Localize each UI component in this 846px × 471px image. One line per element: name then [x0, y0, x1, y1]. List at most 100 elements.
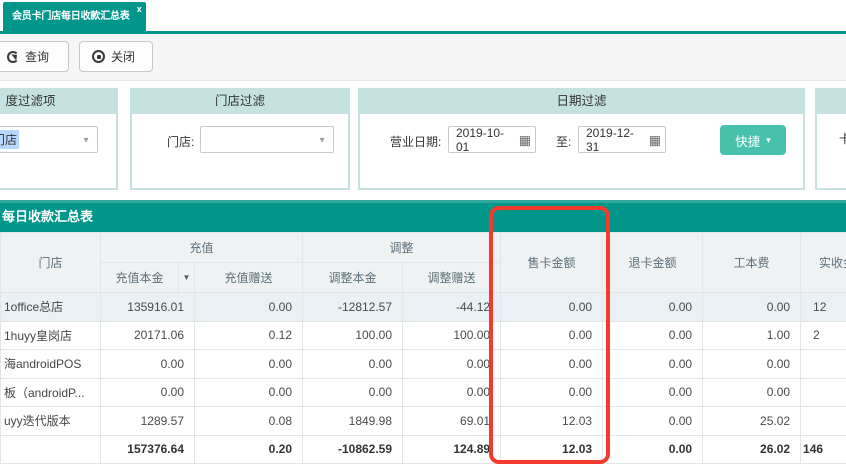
col-adjust-gift[interactable]: 调整赠送: [402, 262, 502, 293]
cell-clipped: [800, 377, 846, 407]
cell: 0.00: [602, 406, 704, 436]
total-cell: 0.00: [602, 434, 704, 464]
dimension-filter-panel: 度过滤项 门店 ▼: [0, 88, 118, 190]
cell: 135916.01: [100, 292, 195, 322]
right-filter-title: [817, 90, 846, 114]
date-filter-panel: 日期过滤 营业日期: 2019-10-01 ▦ 至: 2019-12-31 ▦ …: [358, 88, 805, 190]
col-card-sale[interactable]: 售卡金额: [500, 232, 604, 293]
store-filter-title: 门店过滤: [132, 90, 348, 114]
cell: 1849.98: [302, 406, 404, 436]
tab-close-icon[interactable]: x: [137, 4, 142, 14]
cell: 0.00: [500, 292, 604, 322]
table-row[interactable]: 海androidPOS 0.00 0.00 0.00 0.00 0.00 0.0…: [0, 349, 846, 379]
end-date-input[interactable]: 2019-12-31 ▦: [578, 125, 666, 154]
total-cell: 157376.64: [100, 434, 195, 464]
cell: 0.00: [193, 349, 304, 379]
store-name: uyy迭代版本: [0, 406, 101, 436]
total-cell: 0.20: [193, 434, 304, 464]
cell-clipped: 2: [800, 320, 846, 350]
cell: -12812.57: [302, 292, 404, 322]
total-cell: -10862.59: [302, 434, 404, 464]
total-cell-clipped: 146: [800, 434, 846, 464]
store-select[interactable]: ▼: [200, 126, 334, 153]
sort-caret-icon[interactable]: ▼: [178, 262, 195, 293]
cell: 1289.57: [100, 406, 195, 436]
cell: 0.08: [193, 406, 304, 436]
cell: 0.00: [602, 377, 704, 407]
cell: 0.00: [602, 320, 704, 350]
col-adjust-principal[interactable]: 调整本金: [302, 262, 404, 293]
cell: 20171.06: [100, 320, 195, 350]
cell: 0.00: [402, 377, 502, 407]
query-button-label: 查询: [25, 50, 50, 64]
store-name: 1office总店: [0, 292, 101, 322]
cell: 0.00: [702, 377, 802, 407]
dimension-selected-value: 门店: [0, 130, 20, 149]
cell: 0.00: [193, 292, 304, 322]
total-cell: 26.02: [702, 434, 802, 464]
cell: 100.00: [402, 320, 502, 350]
store-name: 海androidPOS: [0, 349, 101, 379]
refresh-icon: [7, 50, 19, 63]
cell: 25.02: [702, 406, 802, 436]
total-label: [0, 434, 101, 464]
calendar-icon[interactable]: ▦: [649, 133, 661, 146]
summary-table: 门店 充值 调整 售卡金额 退卡金额 工本费 实收金额 充值本金 ▼ 充值赠送 …: [0, 232, 846, 464]
cell-clipped: 12: [800, 292, 846, 322]
to-label: 至:: [556, 135, 572, 149]
cell: 0.00: [193, 377, 304, 407]
start-date-value: 2019-10-01: [456, 125, 505, 154]
cell: 0.00: [702, 349, 802, 379]
cell: 0.00: [302, 349, 404, 379]
col-recharge-principal[interactable]: 充值本金: [100, 262, 179, 293]
store-name: 1huyy皇岗店: [0, 320, 101, 350]
col-store[interactable]: 门店: [0, 232, 101, 293]
tab-title: 会员卡门店每日收款汇总表: [12, 11, 130, 22]
start-date-input[interactable]: 2019-10-01 ▦: [448, 125, 536, 154]
cell: 1.00: [702, 320, 802, 350]
dimension-filter-title: 度过滤项: [0, 90, 116, 114]
caret-down-icon: ▾: [766, 134, 771, 145]
total-row: 157376.64 0.20 -10862.59 124.89 12.03 0.…: [0, 434, 846, 464]
cell: 0.00: [500, 349, 604, 379]
cell: 0.12: [193, 320, 304, 350]
col-card-refund[interactable]: 退卡金额: [602, 232, 704, 293]
cell: 0.00: [602, 349, 704, 379]
store-name: 板（androidP...: [0, 377, 101, 407]
col-recharge-gift[interactable]: 充值赠送: [193, 262, 304, 293]
close-circle-icon: [92, 50, 105, 63]
table-row[interactable]: 板（androidP... 0.00 0.00 0.00 0.00 0.00 0…: [0, 377, 846, 407]
cell: 0.00: [500, 320, 604, 350]
chevron-down-icon: ▼: [318, 135, 326, 144]
cell: 0.00: [100, 349, 195, 379]
col-cost-fee[interactable]: 工本费: [702, 232, 802, 293]
cell: 0.00: [302, 377, 404, 407]
colgroup-recharge: 充值: [99, 232, 304, 263]
right-panel-partial-label: 卡: [839, 132, 846, 146]
end-date-value: 2019-12-31: [586, 125, 635, 154]
tab-report[interactable]: 会员卡门店每日收款汇总表 x: [3, 2, 146, 31]
report-section: 每日收款汇总表 门店 充值 调整 售卡金额 退卡金额 工本费 实收金额 充值本金: [0, 200, 846, 464]
report-section-title: 每日收款汇总表: [0, 200, 846, 232]
cell: 100.00: [302, 320, 404, 350]
table-row[interactable]: uyy迭代版本 1289.57 0.08 1849.98 69.01 12.03…: [0, 406, 846, 436]
total-cell: 124.89: [402, 434, 502, 464]
query-button[interactable]: 查询: [0, 41, 69, 72]
date-filter-title: 日期过滤: [360, 90, 803, 114]
quick-date-button[interactable]: 快捷 ▾: [720, 125, 786, 155]
close-button[interactable]: 关闭: [79, 41, 153, 72]
cell: 69.01: [402, 406, 502, 436]
quick-button-label: 快捷: [735, 134, 761, 149]
store-label: 门店:: [167, 135, 195, 149]
cell-clipped: [800, 349, 846, 379]
right-filter-panel: 卡: [815, 88, 846, 190]
table-row[interactable]: 1huyy皇岗店 20171.06 0.12 100.00 100.00 0.0…: [0, 320, 846, 350]
tab-bar: 会员卡门店每日收款汇总表 x: [0, 0, 846, 34]
col-actual-received[interactable]: 实收金额: [800, 232, 846, 293]
dimension-select[interactable]: 门店 ▼: [0, 126, 98, 153]
cell: 0.00: [402, 349, 502, 379]
table-row[interactable]: 1office总店 135916.01 0.00 -12812.57 -44.1…: [0, 292, 846, 322]
app-window: 会员卡门店每日收款汇总表 x 查询 关闭 度过滤项 门店 ▼ 门店过滤 门店: …: [0, 0, 846, 471]
calendar-icon[interactable]: ▦: [519, 133, 531, 146]
cell: 0.00: [602, 292, 704, 322]
